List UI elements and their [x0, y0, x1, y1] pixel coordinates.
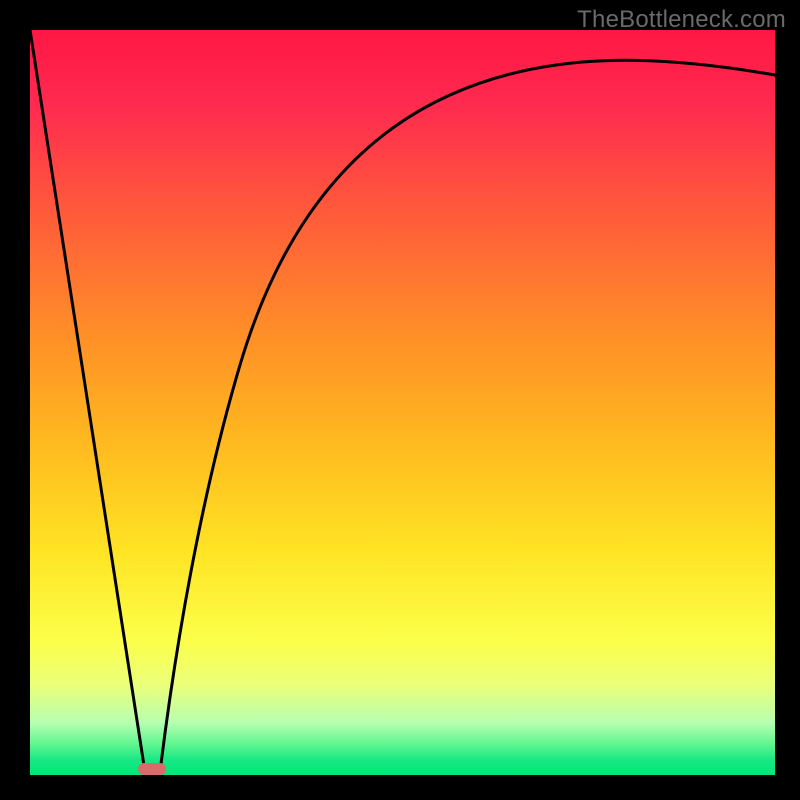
- curve-layer: [30, 30, 775, 775]
- plot-area: [30, 30, 775, 775]
- bottleneck-marker: [138, 763, 166, 775]
- right-curve-path: [160, 60, 775, 772]
- left-descent-path: [30, 30, 145, 772]
- chart-container: TheBottleneck.com: [0, 0, 800, 800]
